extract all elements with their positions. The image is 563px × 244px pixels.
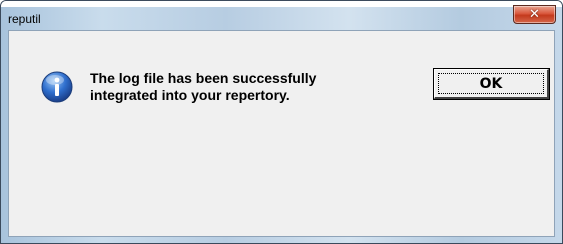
info-icon [41,71,73,103]
window-title: reputil [8,12,41,26]
close-button[interactable]: ✕ [513,5,556,24]
dialog-body: The log file has been successfully integ… [8,30,555,237]
close-icon: ✕ [529,7,540,22]
message-line-2: integrated into your repertory. [90,87,290,103]
ok-button[interactable]: OK [433,68,550,100]
ok-button-label: OK [479,75,503,92]
dialog-window: reputil ✕ The log file has been successf… [0,0,563,244]
message-line-1: The log file has been successfully [90,70,317,86]
message-text: The log file has been successfully integ… [90,70,410,104]
title-bar[interactable]: reputil ✕ [1,5,562,29]
